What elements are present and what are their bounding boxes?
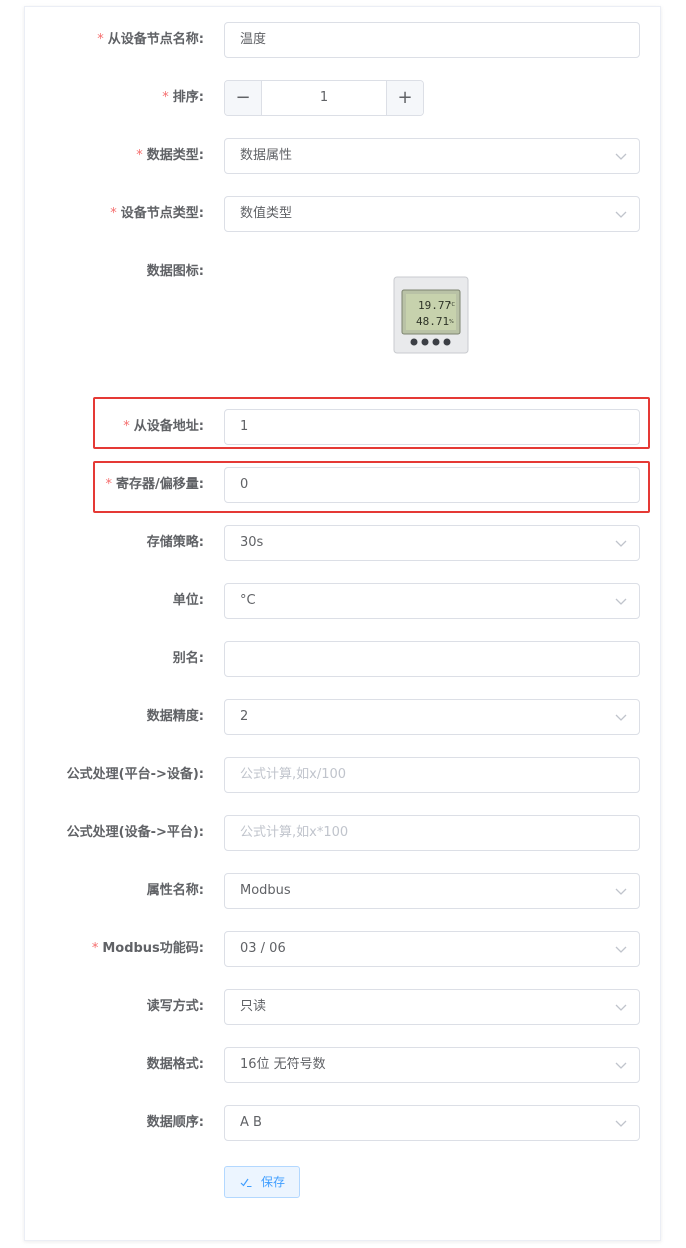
svg-text:°C: °C [449, 302, 456, 308]
save-button[interactable]: 保存 [224, 1166, 300, 1198]
form-row-data-icon: 数据图标: [0, 254, 686, 290]
byte-order-select[interactable]: A B [224, 1105, 640, 1141]
form-row-sort: * 排序: − 1 + [0, 80, 686, 116]
form-row-unit: 单位: °C [0, 583, 686, 619]
field-label: * 排序: [162, 90, 204, 105]
field-label: * 寄存器/偏移量: [105, 477, 204, 492]
form-row-alias: 别名: [0, 641, 686, 677]
formula-to-platform-input[interactable]: 公式计算,如x*100 [224, 815, 640, 851]
sort-stepper: − 1 + [224, 80, 424, 116]
svg-text:%: % [449, 319, 454, 325]
slave-address-input[interactable]: 1 [224, 409, 640, 445]
form-row-storage-strategy: 存储策略: 30s [0, 525, 686, 561]
alias-input[interactable] [224, 641, 640, 677]
chevron-down-icon [615, 153, 627, 160]
form-row-formula-to-platform: 公式处理(设备->平台): 公式计算,如x*100 [0, 815, 686, 851]
formula-to-device-input[interactable]: 公式计算,如x/100 [224, 757, 640, 793]
field-label: 公式处理(设备->平台): [66, 825, 204, 840]
chevron-down-icon [615, 946, 627, 953]
register-offset-input[interactable]: 0 [224, 467, 640, 503]
field-label: * 设备节点类型: [110, 206, 204, 221]
form-row-data-format: 数据格式: 16位 无符号数 [0, 1047, 686, 1083]
chevron-down-icon [615, 598, 627, 605]
sort-value-input[interactable]: 1 [262, 81, 386, 115]
field-label: 读写方式: [146, 999, 204, 1014]
field-label: 属性名称: [146, 883, 204, 898]
form-row-formula-to-device: 公式处理(平台->设备): 公式计算,如x/100 [0, 757, 686, 793]
chevron-down-icon [615, 1120, 627, 1127]
attribute-name-select[interactable]: Modbus [224, 873, 640, 909]
form-row-data-type: * 数据类型: 数据属性 [0, 138, 686, 174]
chevron-down-icon [615, 1004, 627, 1011]
field-label: 数据格式: [146, 1057, 204, 1072]
slave-name-input[interactable]: 温度 [224, 22, 640, 58]
field-label: 数据精度: [146, 709, 204, 724]
field-label: 存储策略: [146, 535, 204, 550]
form-row-node-type: * 设备节点类型: 数值类型 [0, 196, 686, 232]
form-row-byte-order: 数据顺序: A B [0, 1105, 686, 1141]
chevron-down-icon [615, 211, 627, 218]
field-label: * Modbus功能码: [91, 941, 204, 956]
form-row-attribute-name: 属性名称: Modbus [0, 873, 686, 909]
form-row-rw-mode: 读写方式: 只读 [0, 989, 686, 1025]
form-row-register-offset: * 寄存器/偏移量: 0 [0, 467, 686, 503]
chevron-down-icon [615, 540, 627, 547]
storage-strategy-select[interactable]: 30s [224, 525, 640, 561]
decrement-button[interactable]: − [225, 81, 262, 115]
form-row-slave-address: * 从设备地址: 1 [0, 409, 686, 445]
node-type-select[interactable]: 数值类型 [224, 196, 640, 232]
precision-select[interactable]: 2 [224, 699, 640, 735]
data-type-select[interactable]: 数据属性 [224, 138, 640, 174]
svg-text:48.71: 48.71 [416, 315, 449, 328]
chevron-down-icon [615, 888, 627, 895]
field-label: * 从设备节点名称: [97, 32, 204, 47]
field-label: 公式处理(平台->设备): [66, 767, 204, 782]
svg-text:19.77: 19.77 [418, 299, 451, 312]
form-row-slave-name: * 从设备节点名称: 温度 [0, 22, 686, 58]
data-format-select[interactable]: 16位 无符号数 [224, 1047, 640, 1083]
field-label: 别名: [172, 651, 204, 666]
increment-button[interactable]: + [386, 81, 423, 115]
field-label: 数据顺序: [146, 1115, 204, 1130]
field-label: * 从设备地址: [123, 419, 204, 434]
form-row-precision: 数据精度: 2 [0, 699, 686, 735]
check-edit-icon [240, 1178, 252, 1187]
thermo-hygrometer-icon: 19.77 °C 48.71 % [393, 276, 469, 354]
data-icon-picker[interactable]: 19.77 °C 48.71 % [392, 276, 470, 354]
form-row-modbus-function: * Modbus功能码: 03 / 06 [0, 931, 686, 967]
field-label: * 数据类型: [136, 148, 204, 163]
chevron-down-icon [615, 1062, 627, 1069]
rw-mode-select[interactable]: 只读 [224, 989, 640, 1025]
chevron-down-icon [615, 714, 627, 721]
field-label: 单位: [172, 593, 204, 608]
unit-select[interactable]: °C [224, 583, 640, 619]
modbus-function-select[interactable]: 03 / 06 [224, 931, 640, 967]
field-label: 数据图标: [146, 264, 204, 279]
